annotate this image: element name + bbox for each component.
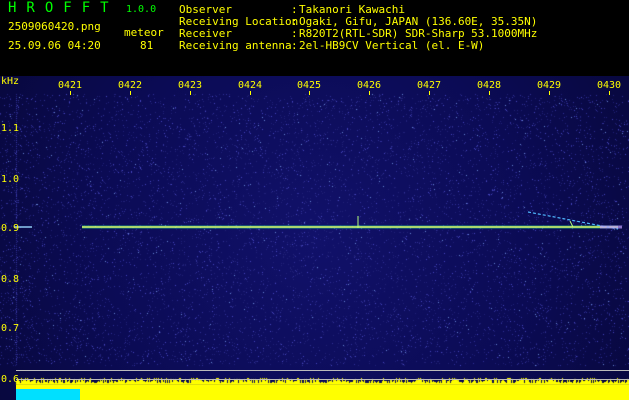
timestamp: 25.09.06 04:20 [8, 39, 101, 52]
x-tick-mark [369, 91, 370, 95]
reference-line-2 [16, 379, 629, 380]
x-tick-mark [429, 91, 430, 95]
signal-layer [14, 211, 622, 230]
x-tick-mark [250, 91, 251, 95]
x-tick-0428: 0428 [477, 80, 502, 91]
x-tick-mark [309, 91, 310, 95]
x-tick-mark [190, 91, 191, 95]
y-tick-0-8: 0.8 [1, 274, 20, 285]
x-tick-0426: 0426 [357, 80, 382, 91]
file-name: 2509060420.png [8, 20, 101, 33]
app-title: HROFFT [8, 0, 119, 16]
antenna-colon: : [291, 39, 298, 52]
spectrogram: kHz 1.1 1.0 0.9 0.8 0.7 0.6 0421 0422 04… [0, 76, 629, 400]
y-tick-0-9: 0.9 [1, 223, 20, 234]
x-tick-mark [489, 91, 490, 95]
y-tick-0-6: 0.6 [1, 374, 20, 385]
amplitude-bar [16, 385, 629, 400]
x-tick-mark [70, 91, 71, 95]
x-tick-0421: 0421 [58, 80, 83, 91]
x-tick-mark [130, 91, 131, 95]
x-tick-mark [609, 91, 610, 95]
x-tick-0430: 0430 [597, 80, 622, 91]
amplitude-bar-inset [16, 389, 80, 400]
y-axis-unit: kHz [1, 76, 20, 87]
reference-line-1 [16, 370, 629, 371]
x-tick-0427: 0427 [417, 80, 442, 91]
antenna-label: Receiving antenna [179, 39, 292, 52]
meteor-label: meteor [124, 26, 164, 39]
antenna-value: 2el-HB9CV Vertical (el. E-W) [299, 39, 485, 52]
y-tick-1-1: 1.1 [1, 123, 20, 134]
x-tick-0423: 0423 [178, 80, 203, 91]
x-tick-0424: 0424 [238, 80, 263, 91]
x-tick-0422: 0422 [118, 80, 143, 91]
x-tick-0425: 0425 [297, 80, 322, 91]
meteor-count: 81 [140, 39, 154, 52]
app-version: 1.0.0 [126, 4, 157, 15]
x-tick-0429: 0429 [537, 80, 562, 91]
header-panel: HROFFT 1.0.0 2509060420.png meteor 25.09… [0, 0, 629, 76]
x-tick-mark [549, 91, 550, 95]
y-tick-0-7: 0.7 [1, 323, 20, 334]
y-tick-1-0: 1.0 [1, 174, 20, 185]
